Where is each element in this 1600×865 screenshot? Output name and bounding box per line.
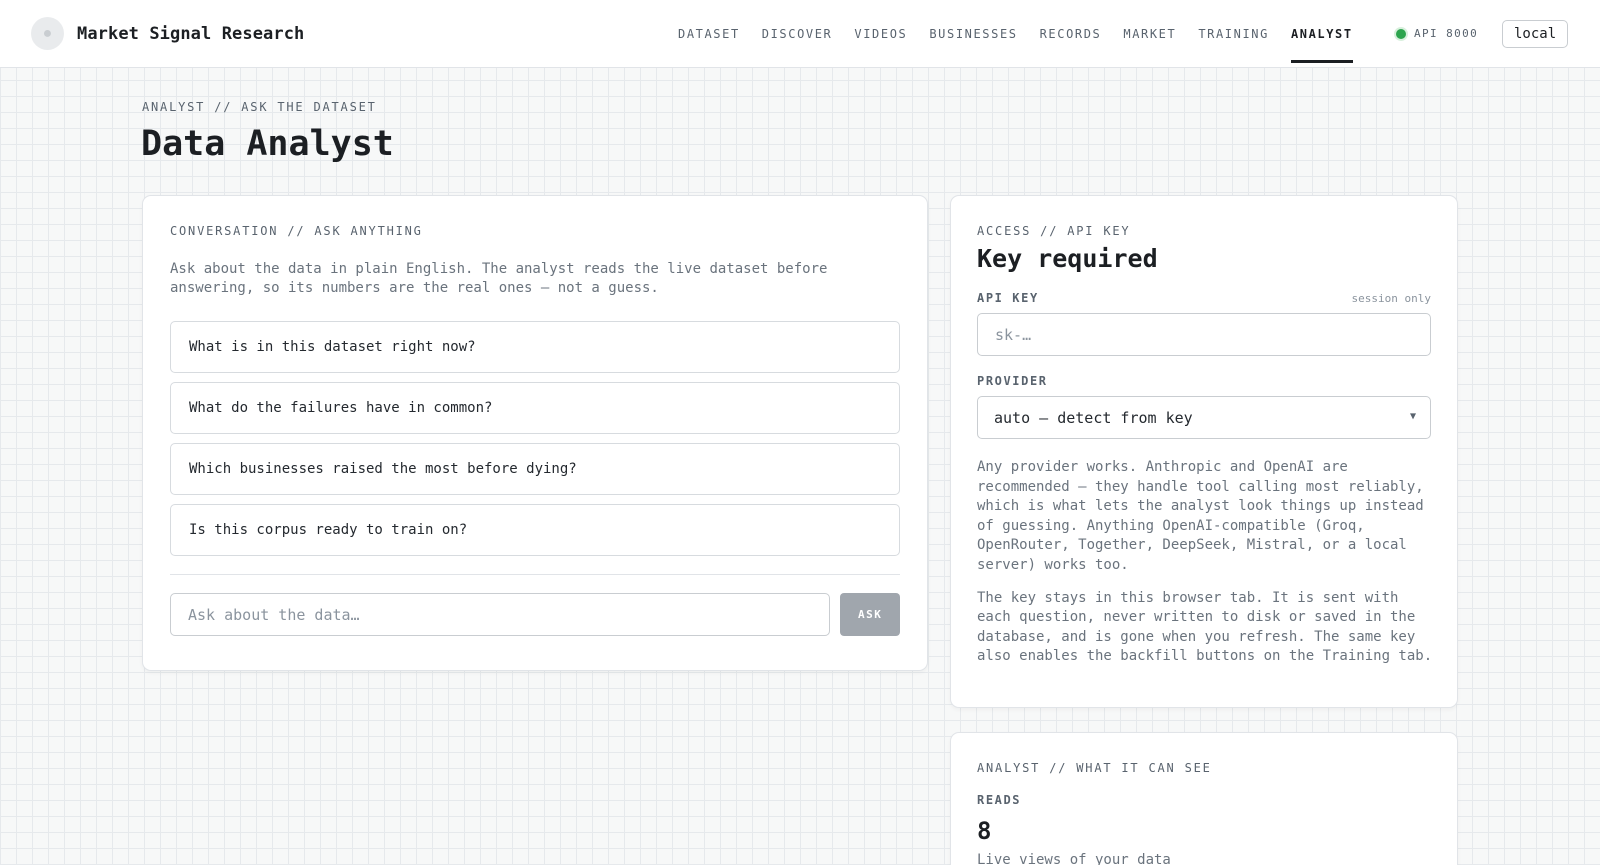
status-dot-icon [1396,28,1406,39]
access-title: Key required [977,244,1158,273]
nav-item-videos[interactable]: VIDEOS [854,0,907,68]
brand-name: Market Signal Research [77,23,305,44]
page-title: Data Analyst [141,124,394,164]
suggestion-button[interactable]: Which businesses raised the most before … [170,443,900,495]
key-storage-help-text: The key stays in this browser tab. It is… [977,589,1433,665]
access-eyebrow: ACCESS // API KEY [977,224,1131,238]
api-status-label: API 8000 [1414,27,1479,40]
nav-item-training[interactable]: TRAINING [1198,0,1269,68]
top-bar: ● Market Signal Research DATASET DISCOVE… [0,0,1600,68]
access-card: ACCESS // API KEY Key required API KEY s… [950,195,1458,708]
provider-help-text: Any provider works. Anthropic and OpenAI… [977,459,1424,573]
main-nav: DATASET DISCOVER VIDEOS BUSINESSES RECOR… [678,0,1375,68]
ask-button[interactable]: ASK [840,593,900,636]
conversation-intro: Ask about the data in plain English. The… [170,261,828,296]
brand-logo-icon: ● [31,17,64,50]
api-key-label-row: API KEY session only [977,291,1431,305]
suggestion-button[interactable]: What is in this dataset right now? [170,321,900,373]
reads-label: READS [977,793,1022,807]
api-key-input[interactable] [977,313,1431,356]
capabilities-card: ANALYST // WHAT IT CAN SEE READS 8 Live … [950,732,1458,865]
reads-value: 8 [977,817,992,845]
api-status: API 8000 [1396,27,1478,40]
provider-value: auto — detect from key [994,408,1193,427]
nav-item-dataset[interactable]: DATASET [678,0,740,68]
nav-item-analyst[interactable]: ANALYST [1290,0,1353,68]
provider-select[interactable]: auto — detect from key ▼ [977,396,1431,439]
capabilities-eyebrow: ANALYST // WHAT IT CAN SEE [977,761,1212,775]
suggestion-list: What is in this dataset right now? What … [170,321,900,556]
nav-item-discover[interactable]: DISCOVER [762,0,833,68]
suggestion-button[interactable]: Is this corpus ready to train on? [170,504,900,556]
suggestion-button[interactable]: What do the failures have in common? [170,382,900,434]
reads-subtitle: Live views of your data [977,852,1171,865]
conversation-eyebrow: CONVERSATION // ASK ANYTHING [170,224,423,238]
provider-label: PROVIDER [977,374,1048,388]
environment-badge[interactable]: local [1502,20,1569,48]
divider [170,574,900,575]
api-key-label: API KEY [977,291,1039,305]
nav-item-records[interactable]: RECORDS [1040,0,1102,68]
brand[interactable]: ● Market Signal Research [31,17,304,50]
ask-row: ASK [170,593,900,636]
conversation-card: CONVERSATION // ASK ANYTHING Ask about t… [142,195,928,671]
api-key-note: session only [1351,292,1431,305]
chevron-down-icon: ▼ [1409,411,1416,422]
nav-item-businesses[interactable]: BUSINESSES [929,0,1017,68]
provider-label-row: PROVIDER [977,374,1431,388]
page-eyebrow: ANALYST // ASK THE DATASET [142,100,377,114]
nav-item-market[interactable]: MARKET [1123,0,1176,68]
ask-input[interactable] [170,593,831,636]
